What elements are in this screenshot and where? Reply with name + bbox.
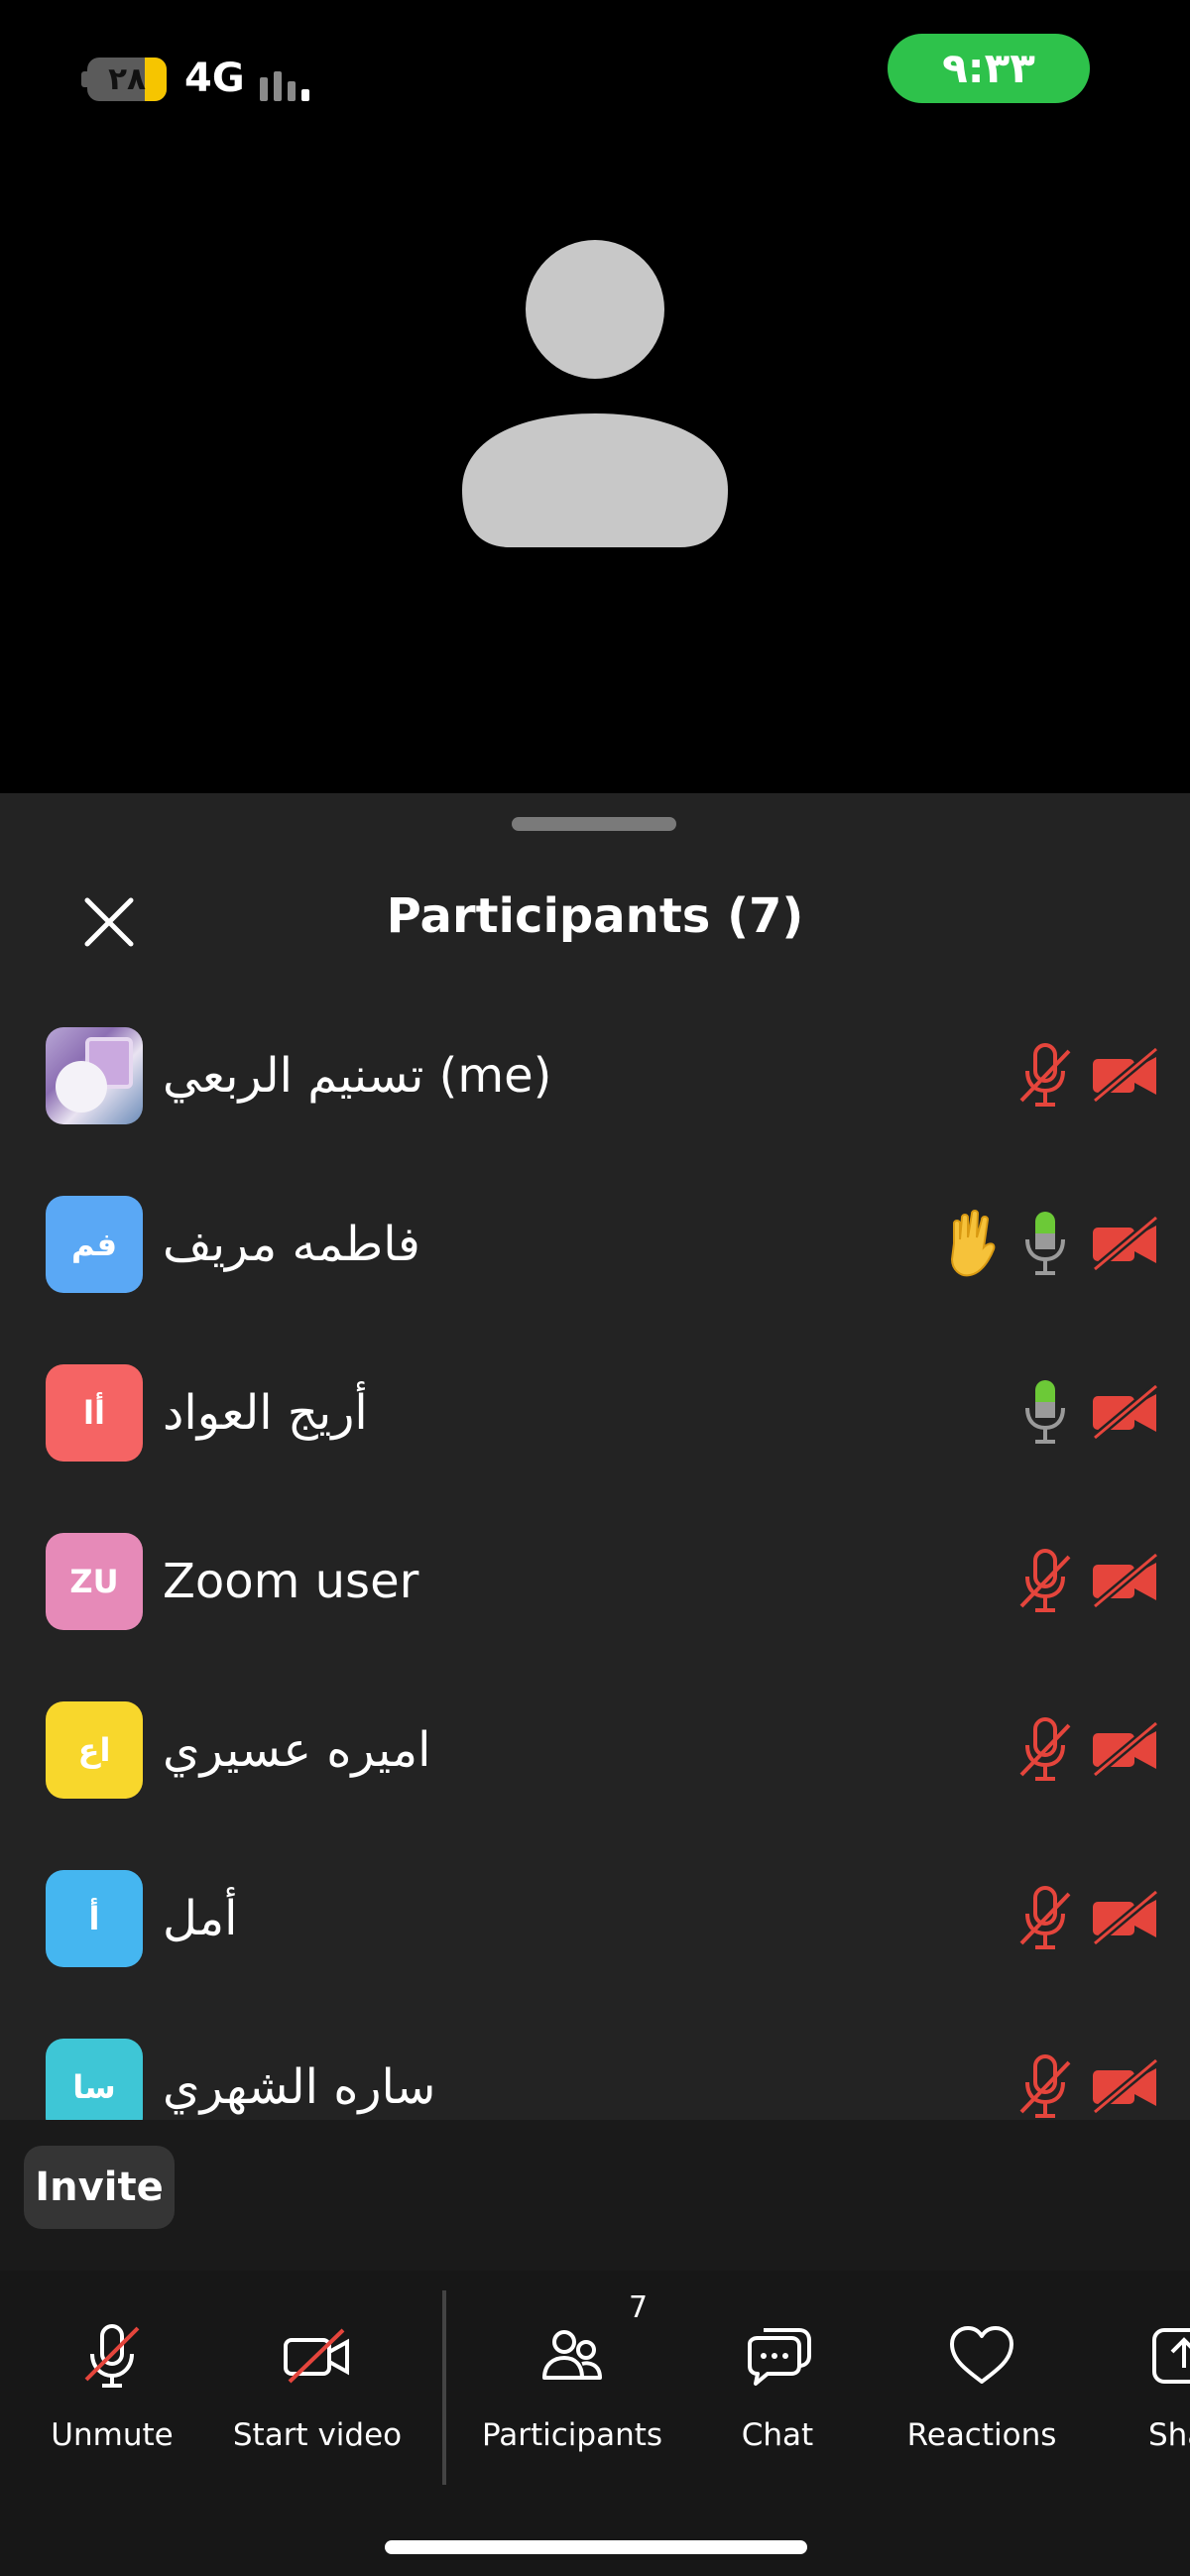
participants-sheet: Participants (7) تسنيم الربعي (me) فم فاطم…	[0, 793, 1190, 2136]
avatar-initials: فم	[46, 1196, 143, 1293]
video-off-icon	[284, 2328, 349, 2384]
drag-handle[interactable]	[512, 817, 676, 831]
participant-name: أمل	[163, 1891, 238, 1946]
video-off-icon	[1092, 1721, 1159, 1777]
share-button[interactable]: Sha	[1130, 2300, 1190, 2449]
start-video-label: Start video	[232, 2417, 403, 2453]
toolbar-divider	[442, 2290, 446, 2485]
chat-label: Chat	[741, 2417, 814, 2453]
chat-icon	[748, 2328, 811, 2386]
avatar-initials: أا	[46, 1364, 143, 1462]
participant-status-icons	[853, 1834, 1190, 2003]
unmute-button[interactable]: Unmute	[40, 2300, 184, 2453]
battery-indicator: ٢٨	[81, 58, 167, 101]
home-indicator[interactable]	[385, 2540, 807, 2554]
participant-status-icons	[853, 1160, 1190, 1329]
clock[interactable]: ٩:٣٣	[888, 34, 1090, 103]
share-icon	[1152, 2328, 1190, 2384]
participant-status-icons	[853, 992, 1190, 1160]
mic-on-icon	[1025, 1212, 1065, 1275]
participant-name: أريج العواد	[163, 1385, 368, 1441]
network-type: 4G	[184, 56, 245, 101]
signal-icon	[260, 61, 319, 101]
participants-icon	[542, 2330, 602, 2380]
sheet-title: Participants (7)	[386, 888, 804, 944]
video-off-icon	[1092, 1890, 1159, 1945]
participant-name: Zoom user	[163, 1554, 419, 1609]
mic-muted-icon	[1019, 1717, 1071, 1781]
mic-muted-icon	[1019, 1043, 1071, 1107]
participant-name: فاطمه مريف	[163, 1217, 420, 1272]
avatar-photo	[46, 1027, 143, 1124]
video-off-icon	[1092, 1216, 1159, 1271]
participant-row[interactable]: تسنيم الربعي (me)	[0, 992, 1190, 1160]
start-video-button[interactable]: Start video	[226, 2300, 409, 2453]
heart-icon	[950, 2326, 1013, 2384]
status-bar: ٢٨ 4G ٩:٣٣	[0, 0, 1190, 119]
participant-row[interactable]: أا أريج العواد	[0, 1329, 1190, 1497]
participant-row[interactable]: فم فاطمه مريف	[0, 1160, 1190, 1329]
participant-name: اميره عسيري	[163, 1722, 431, 1778]
video-area	[0, 119, 1190, 793]
participant-status-icons	[853, 1497, 1190, 1666]
participant-row[interactable]: أ أمل	[0, 1834, 1190, 2003]
avatar-initials: أ	[46, 1870, 143, 1967]
raised-hand-icon	[950, 1210, 996, 1277]
participant-row[interactable]: اع اميره عسيري	[0, 1666, 1190, 1834]
person-placeholder-icon	[462, 240, 728, 547]
video-off-icon	[1092, 2058, 1159, 2114]
unmute-label: Unmute	[51, 2417, 174, 2453]
video-off-icon	[1092, 1384, 1159, 1440]
reactions-label: Reactions	[906, 2417, 1057, 2453]
participant-list: تسنيم الربعي (me) فم فاطمه مريف أا أريج العو…	[0, 992, 1190, 2171]
chat-button[interactable]: Chat	[718, 2300, 837, 2453]
battery-level: ٢٨	[108, 61, 146, 97]
invite-strip: Invite	[0, 2120, 1190, 2271]
mic-muted-icon	[1019, 1549, 1071, 1612]
invite-button[interactable]: Invite	[24, 2146, 175, 2229]
avatar-initials: ZU	[46, 1533, 143, 1630]
participant-name: تسنيم الربعي (me)	[163, 1048, 552, 1104]
mic-muted-icon	[84, 2324, 140, 2388]
mic-muted-icon	[1019, 1886, 1071, 1949]
participant-status-icons	[853, 1329, 1190, 1497]
avatar-initials: اع	[46, 1701, 143, 1799]
meeting-toolbar: Unmute Start video Participants 7 Chat R…	[0, 2271, 1190, 2576]
participants-label: Participants	[481, 2417, 663, 2453]
participant-status-icons	[853, 1666, 1190, 1834]
participant-row[interactable]: ZU Zoom user	[0, 1497, 1190, 1666]
video-off-icon	[1092, 1047, 1159, 1103]
participants-count-badge: 7	[629, 2290, 649, 2325]
share-label: Sha	[1148, 2417, 1190, 2449]
reactions-button[interactable]: Reactions	[896, 2300, 1067, 2453]
video-off-icon	[1092, 1553, 1159, 1608]
mic-muted-icon	[1019, 2054, 1071, 2118]
mic-on-icon	[1025, 1380, 1065, 1444]
